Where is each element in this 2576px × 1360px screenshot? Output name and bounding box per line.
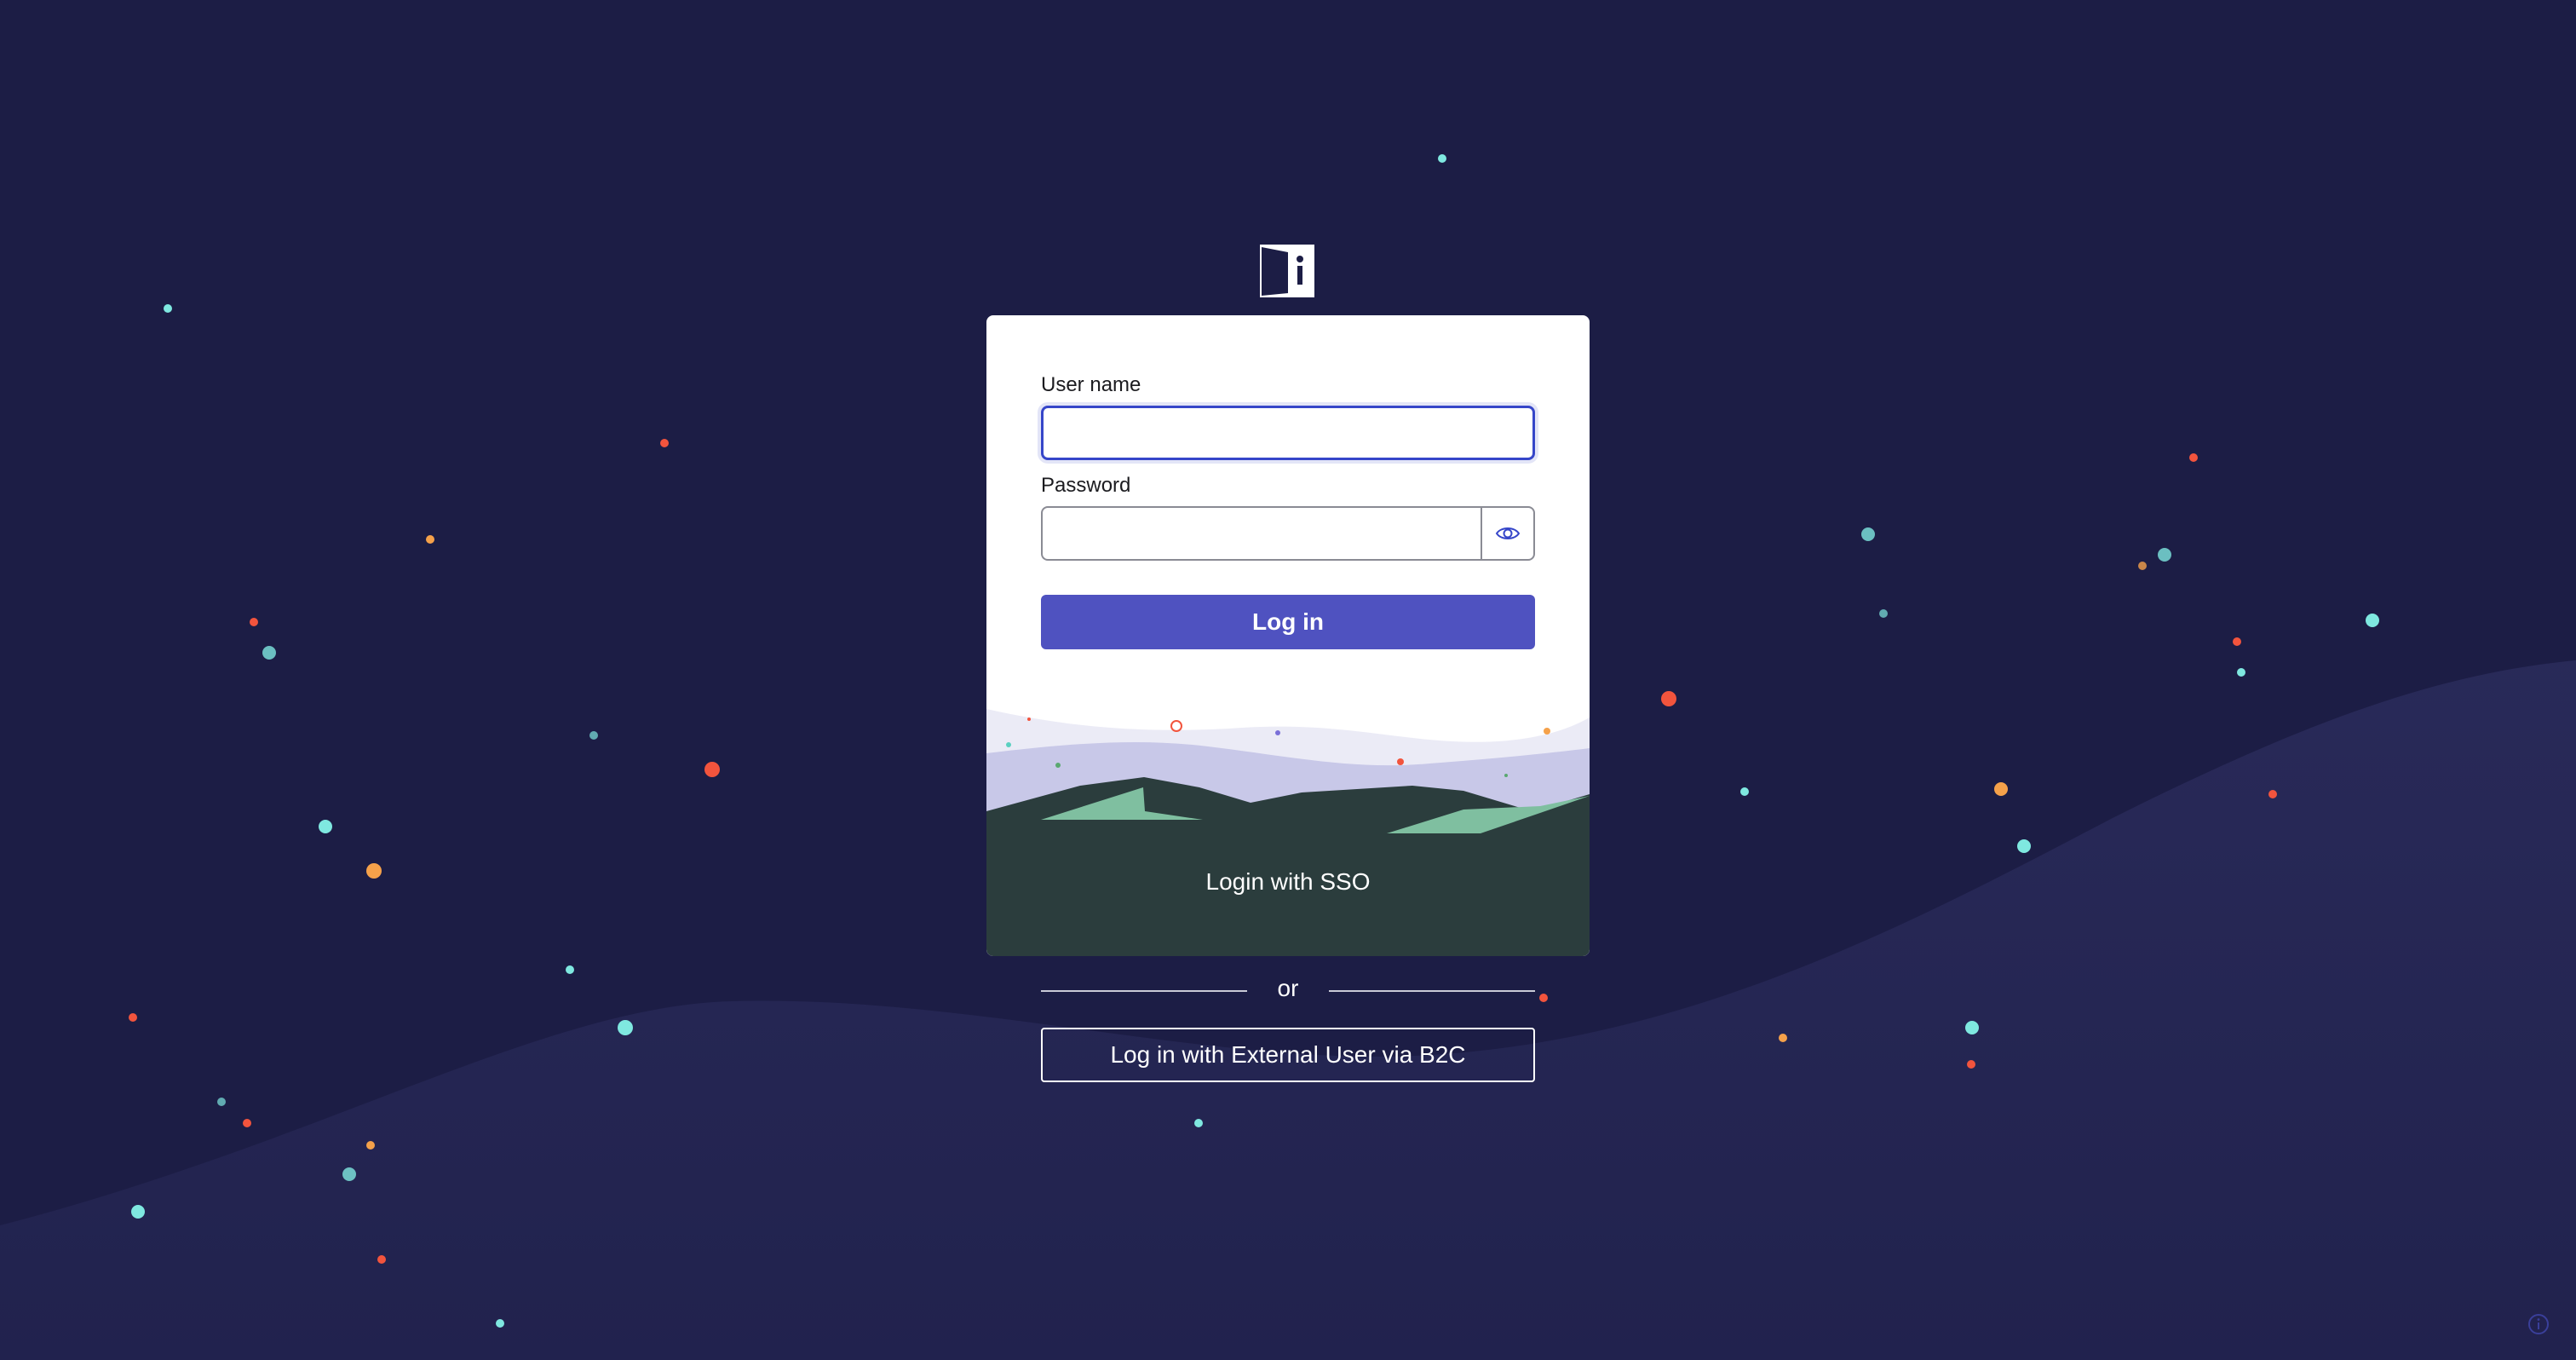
show-password-button[interactable] (1481, 506, 1535, 561)
eye-icon (1495, 527, 1521, 539)
external-login-button[interactable]: Log in with External User via B2C (1041, 1028, 1535, 1082)
door-info-logo (1260, 245, 1314, 297)
password-label: Password (1041, 474, 1131, 497)
login-card: User name Password Log in Login with SSO (986, 315, 1590, 956)
username-input[interactable] (1041, 406, 1535, 460)
or-label: or (1277, 975, 1299, 1001)
info-circle-icon[interactable] (2527, 1312, 2550, 1336)
login-button[interactable]: Log in (1041, 595, 1535, 649)
username-label: User name (1041, 373, 1141, 396)
login-with-sso-button[interactable]: Login with SSO (1118, 861, 1458, 903)
separator-line-right (1329, 990, 1535, 992)
password-input[interactable] (1041, 506, 1482, 561)
landscape-illustration (986, 709, 1590, 956)
or-separator: or (1041, 975, 1535, 1009)
